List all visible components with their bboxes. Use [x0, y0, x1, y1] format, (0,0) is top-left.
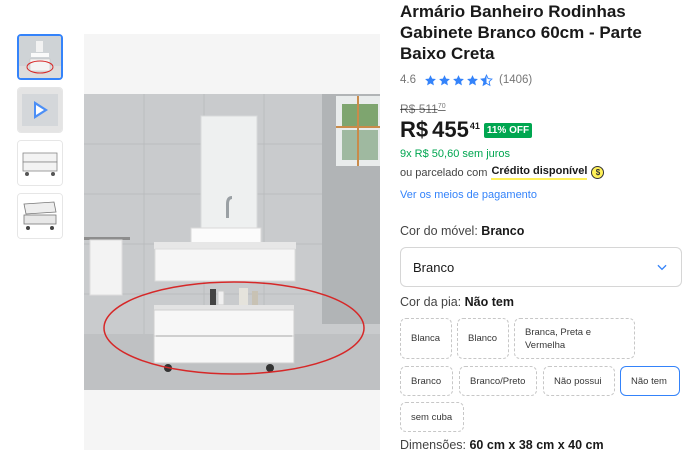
- current-price: R$ 455 41 11% OFF: [400, 117, 533, 143]
- sink-option-branca-preta-vermelha[interactable]: Branca, Preta e Vermelha: [514, 318, 635, 359]
- sink-color-label-text: Cor da pia:: [400, 295, 462, 309]
- installments-text: 9x R$ 50,60 sem juros: [400, 148, 511, 160]
- star-icon: [439, 74, 450, 85]
- sink-option-branco[interactable]: Branco: [400, 366, 453, 396]
- sink-option-nao-tem[interactable]: Não tem: [620, 366, 680, 396]
- rating-stars: [424, 73, 493, 87]
- star-icon: [453, 74, 464, 85]
- thumbnail-1[interactable]: [17, 34, 63, 80]
- star-icon: [425, 74, 436, 85]
- thumbnail-4[interactable]: [17, 193, 63, 239]
- rating-row[interactable]: 4.6 (1406): [400, 72, 532, 88]
- review-count: (1406): [499, 74, 533, 86]
- price-amount: 455: [432, 117, 469, 142]
- thumbnail-1-image: [19, 36, 61, 78]
- rating-score: 4.6: [400, 74, 416, 86]
- product-title: Armário Banheiro Rodinhas Gabinete Branc…: [400, 2, 642, 63]
- old-price-amount: 511: [418, 102, 438, 116]
- payment-methods-link[interactable]: Ver os meios de pagamento: [400, 189, 537, 201]
- furniture-color-label: Cor do móvel: Branco: [400, 224, 524, 238]
- thumbnail-3[interactable]: [17, 140, 63, 186]
- thumbnail-video[interactable]: [17, 87, 63, 133]
- credit-label[interactable]: Crédito disponível: [491, 165, 588, 180]
- price-currency: R$: [400, 117, 429, 142]
- credit-row[interactable]: ou parcelado com Crédito disponível $: [400, 165, 605, 180]
- coin-icon: $: [591, 166, 605, 179]
- price-cents: 41: [469, 121, 480, 131]
- furniture-color-label-text: Cor do móvel:: [400, 224, 478, 238]
- furniture-color-select[interactable]: Branco: [400, 247, 682, 287]
- play-icon: [18, 88, 62, 132]
- sink-color-value: Não tem: [464, 295, 514, 309]
- discount-badge: 11% OFF: [483, 123, 533, 138]
- old-price-cents: 70: [437, 103, 446, 110]
- sink-color-label: Cor da pia: Não tem: [400, 295, 514, 309]
- dimensions: Dimensões: 60 cm x 38 cm x 40 cm: [400, 438, 604, 452]
- product-photo: [84, 34, 380, 450]
- old-price-currency: R$: [400, 102, 416, 116]
- sink-option-branco-preto[interactable]: Branco/Preto: [459, 366, 537, 396]
- sink-option-blanca[interactable]: Blanca: [400, 318, 452, 359]
- credit-prefix: ou parcelado com: [400, 166, 488, 179]
- furniture-color-value: Branco: [481, 224, 525, 238]
- star-half-icon: [480, 73, 493, 86]
- sink-option-blanco[interactable]: Blanco: [457, 318, 509, 359]
- thumbnail-3-image: [18, 141, 62, 185]
- furniture-color-selected: Branco: [413, 259, 455, 275]
- dimensions-label: Dimensões:: [400, 438, 466, 452]
- sink-option-nao-possui[interactable]: Não possui: [543, 366, 615, 396]
- sink-option-sem-cuba[interactable]: sem cuba: [400, 402, 464, 432]
- chevron-down-icon: [657, 264, 667, 271]
- old-price: R$ 51170: [400, 102, 446, 116]
- thumbnail-4-image: [18, 194, 62, 238]
- product-main-image[interactable]: [84, 34, 380, 450]
- star-icon: [467, 74, 478, 85]
- dimensions-value: 60 cm x 38 cm x 40 cm: [469, 438, 604, 452]
